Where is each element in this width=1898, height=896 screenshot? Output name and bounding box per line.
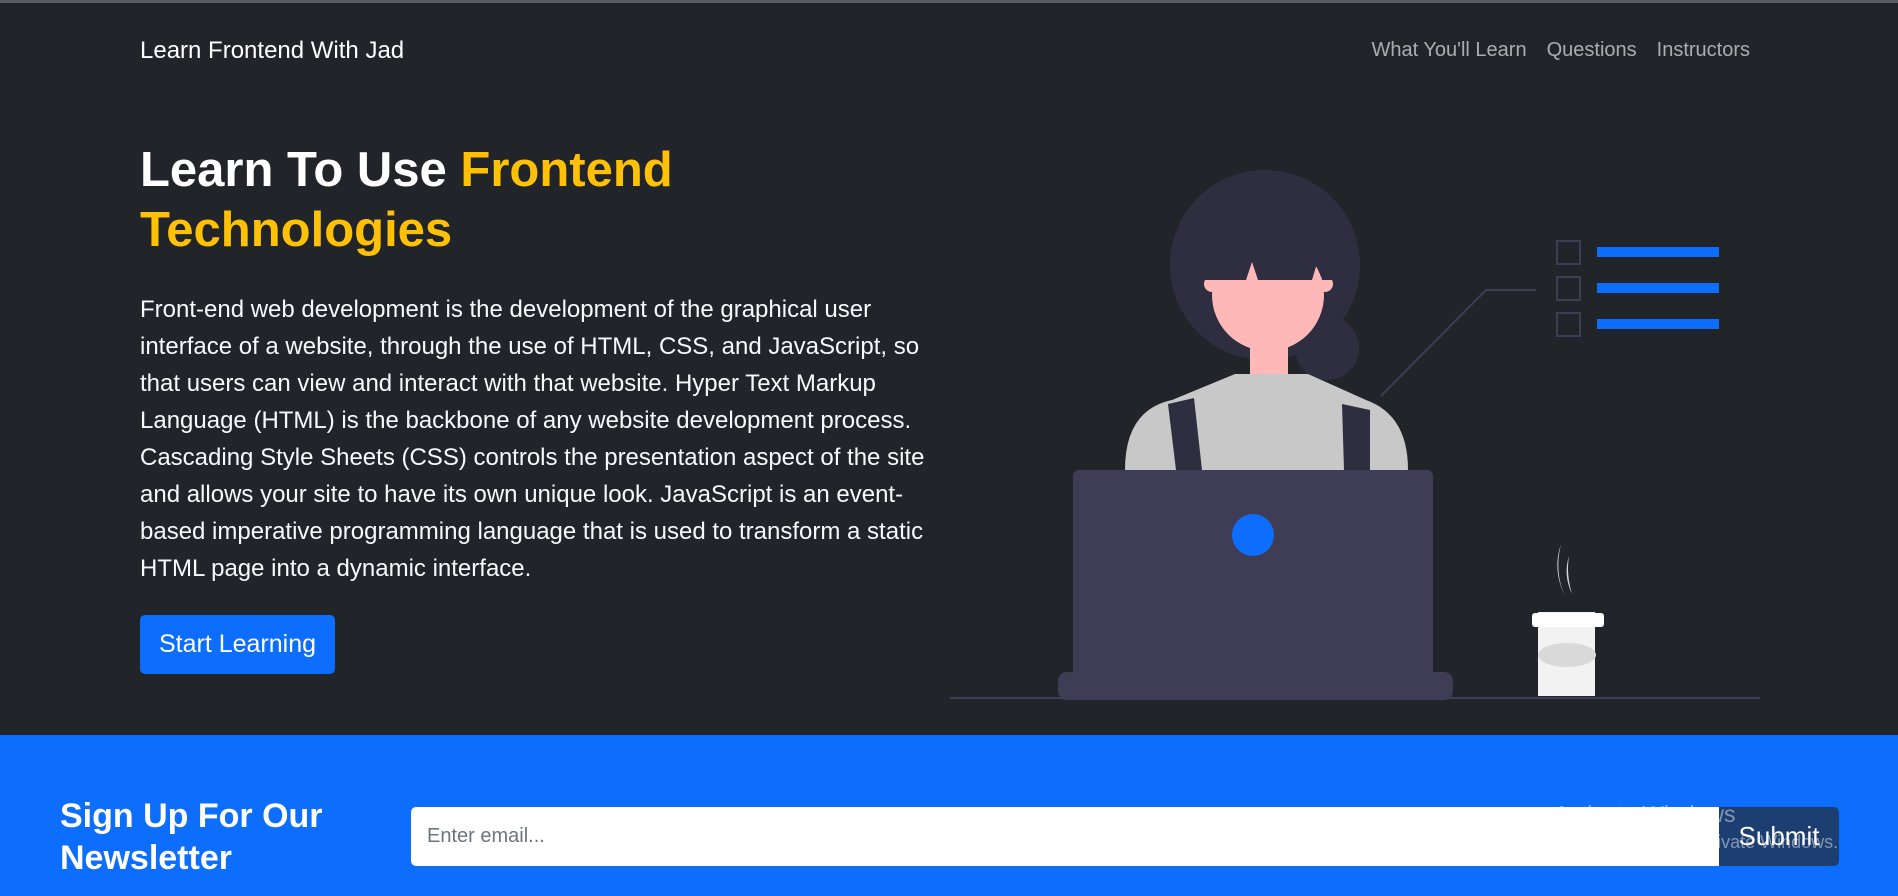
hero-title-plain: Learn To Use xyxy=(140,143,461,197)
nav-link-instructors[interactable]: Instructors xyxy=(1657,39,1750,62)
checklist-graphic xyxy=(1556,240,1719,337)
nav-links: What You'll Learn Questions Instructors xyxy=(1372,39,1750,62)
hero-paragraph: Front-end web development is the develop… xyxy=(140,296,925,582)
newsletter-section: Sign Up For Our Newsletter Submit xyxy=(0,735,1898,896)
navbar: Learn Frontend With Jad What You'll Lear… xyxy=(0,3,1898,99)
start-learning-button[interactable]: Start Learning xyxy=(140,615,335,674)
woman-with-laptop-illustration xyxy=(950,170,1760,700)
submit-button[interactable]: Submit xyxy=(1719,807,1839,866)
brand-link[interactable]: Learn Frontend With Jad xyxy=(140,37,404,65)
email-input[interactable] xyxy=(411,807,1719,866)
newsletter-title: Sign Up For Our Newsletter xyxy=(60,797,323,877)
hero-title: Learn To Use Frontend Technologies xyxy=(140,140,840,260)
nav-link-what-youll-learn[interactable]: What You'll Learn xyxy=(1372,39,1527,62)
nav-link-questions[interactable]: Questions xyxy=(1547,39,1637,62)
